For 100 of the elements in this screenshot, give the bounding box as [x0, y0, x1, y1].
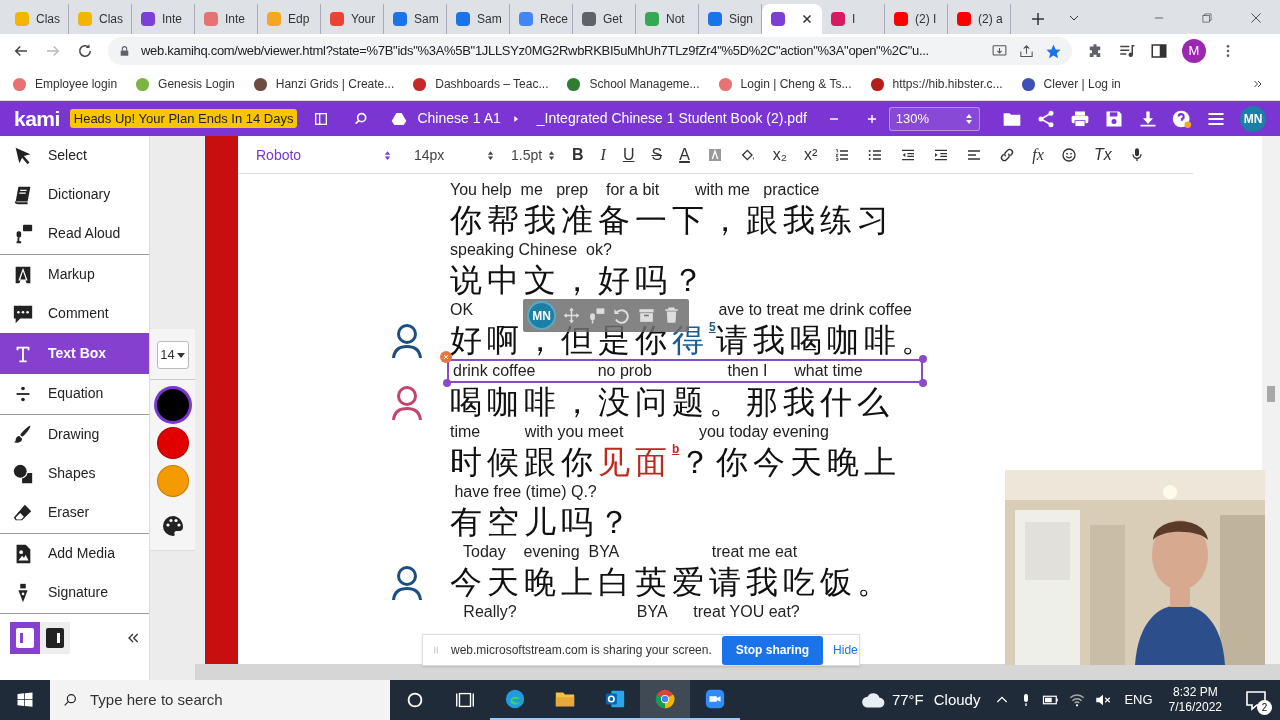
format-button[interactable]: Tx	[1093, 143, 1112, 167]
new-tab-icon[interactable]	[1029, 10, 1047, 28]
file-name[interactable]: _Integrated Chinese 1 Student Book (2).pdf	[536, 108, 807, 129]
profile-avatar[interactable]: M	[1182, 39, 1206, 63]
taskbar-search-field[interactable]: Type here to search	[50, 680, 390, 720]
format-button[interactable]: I	[600, 143, 606, 167]
outdent-icon[interactable]	[900, 147, 917, 163]
zoom-select[interactable]: 130%	[888, 106, 981, 131]
align-left-icon[interactable]	[966, 147, 983, 163]
share-message: web.microsoftstream.com is sharing your screen.	[451, 642, 712, 659]
outlook-icon[interactable]	[604, 688, 626, 710]
user-avatar[interactable]: MN	[1240, 105, 1266, 132]
bookmark[interactable]: Employee login	[12, 75, 118, 93]
tool-item[interactable]: Drawing	[0, 415, 149, 454]
tool-item[interactable]: Comment	[0, 294, 149, 333]
address-bar[interactable]: web.kamihq.com/web/viewer.html?state=%7B"ids"%3A%5B"1JLLSYz0MG2RwbRKBI5uMhUh7TLz9fZr4"%5D%2C"action"%3A"open"%2C"u...	[108, 37, 1072, 65]
palette-icon[interactable]	[160, 514, 185, 538]
color-swatch[interactable]	[156, 427, 189, 459]
link-icon[interactable]	[999, 147, 1016, 163]
sidebar-toggle-icon[interactable]	[313, 110, 330, 127]
bookmark[interactable]: School Manageme...	[566, 75, 700, 93]
bookmark[interactable]: Genesis Login	[135, 75, 235, 93]
zoom-video-icon[interactable]	[704, 688, 726, 710]
undo-icon[interactable]	[612, 306, 631, 325]
font-select[interactable]: Roboto	[256, 144, 391, 166]
tool-item[interactable]: Dictionary	[0, 175, 149, 214]
kami-logo[interactable]: kami	[14, 102, 60, 135]
format-button[interactable]: x²	[804, 143, 818, 167]
language-indicator[interactable]: ENG	[1124, 690, 1153, 710]
size-select[interactable]: 14px	[414, 144, 494, 166]
bookmark[interactable]: https://hib.hibster.c...	[869, 75, 1003, 93]
move-icon[interactable]	[562, 306, 581, 325]
hide-link[interactable]: Hide	[833, 641, 858, 659]
archive-icon[interactable]	[637, 306, 656, 325]
tool-item[interactable]: Read Aloud	[0, 214, 149, 253]
clock[interactable]: 8:32 PM 7/16/2022	[1168, 685, 1222, 715]
windows-start-icon[interactable]	[16, 691, 34, 709]
tab-title: Edp	[288, 11, 310, 28]
format-button[interactable]: S	[651, 143, 663, 167]
indent-icon[interactable]	[933, 147, 950, 163]
bookmark[interactable]: Hanzi Grids | Create...	[252, 75, 395, 93]
trash-icon[interactable]	[662, 306, 681, 325]
horizontal-scrollbar[interactable]	[195, 664, 1280, 680]
chevrons-right-icon[interactable]	[1252, 78, 1264, 90]
close-icon[interactable]	[800, 12, 814, 26]
media-queue-icon[interactable]	[1118, 42, 1136, 60]
side-panel-icon[interactable]	[1150, 42, 1168, 60]
spacing-select[interactable]: 1.5pt	[511, 144, 555, 166]
gloss-text: You help me prep for a bit with me practice	[450, 180, 820, 200]
format-button[interactable]: x₂	[772, 143, 787, 167]
browser-tab[interactable]	[762, 4, 822, 34]
reload-icon[interactable]	[76, 42, 94, 60]
format-button[interactable]: U	[622, 143, 635, 167]
restore-icon[interactable]	[1200, 11, 1214, 25]
font-size-select[interactable]: 14	[156, 341, 189, 369]
bookmark[interactable]: Login | Cheng & Ts...	[717, 75, 852, 93]
layout-toggle[interactable]	[40, 622, 70, 654]
edge-icon[interactable]	[504, 688, 526, 710]
bookmark[interactable]: Clever | Log in	[1020, 75, 1121, 93]
color-swatch[interactable]	[156, 465, 189, 497]
resize-handle[interactable]	[443, 379, 451, 387]
tool-item[interactable]: Shapes	[0, 454, 149, 493]
plan-banner[interactable]: Heads Up! Your Plan Ends In 14 Days	[69, 108, 298, 129]
format-button[interactable]: B	[572, 143, 584, 167]
bullet-list-icon[interactable]	[867, 147, 884, 163]
notification-icon[interactable]	[1244, 688, 1268, 712]
vertical-scrollbar[interactable]	[1262, 136, 1280, 664]
tool-item[interactable]: Markup	[0, 255, 149, 294]
voice-comment-icon[interactable]	[587, 306, 606, 325]
bookmark[interactable]: Dashboards – Teac...	[412, 75, 549, 93]
stop-sharing-button[interactable]: Stop sharing	[721, 635, 824, 665]
text-box[interactable]: drink coffee no prob then I what time	[447, 359, 923, 383]
chrome-icon[interactable]	[654, 688, 676, 710]
emoji-icon[interactable]	[1060, 147, 1077, 163]
highlight-icon[interactable]	[706, 147, 723, 163]
tool-item[interactable]: Add Media	[0, 534, 149, 573]
paint-bucket-icon[interactable]	[739, 147, 756, 163]
tab-title: Get	[603, 11, 623, 28]
updown-icon	[548, 149, 555, 161]
format-button[interactable]: fx	[1032, 143, 1044, 167]
tool-item[interactable]: Signature	[0, 573, 149, 612]
scrollbar-thumb[interactable]	[1267, 386, 1275, 402]
help-icon[interactable]	[1172, 108, 1193, 129]
tool-item[interactable]: Eraser	[0, 493, 149, 532]
footnote-mark: 5	[709, 321, 716, 333]
layout-toggle[interactable]	[10, 622, 40, 654]
star-icon[interactable]	[1045, 42, 1062, 60]
resize-handle[interactable]	[919, 355, 927, 363]
format-button[interactable]: A	[679, 143, 690, 167]
share-icon[interactable]	[1018, 42, 1035, 60]
resize-handle[interactable]	[919, 379, 927, 387]
close-icon[interactable]	[1248, 10, 1264, 26]
numbered-list-icon[interactable]	[834, 147, 851, 163]
tool-item[interactable]: Equation	[0, 374, 149, 413]
tool-item[interactable]: Text Box	[0, 333, 149, 374]
tool-item[interactable]: Select	[0, 136, 149, 175]
color-swatch[interactable]	[156, 389, 189, 421]
folder-link[interactable]: Chinese 1 A1	[417, 108, 501, 129]
wifi-icon[interactable]	[1068, 691, 1087, 709]
delete-handle-icon[interactable]	[440, 351, 452, 363]
